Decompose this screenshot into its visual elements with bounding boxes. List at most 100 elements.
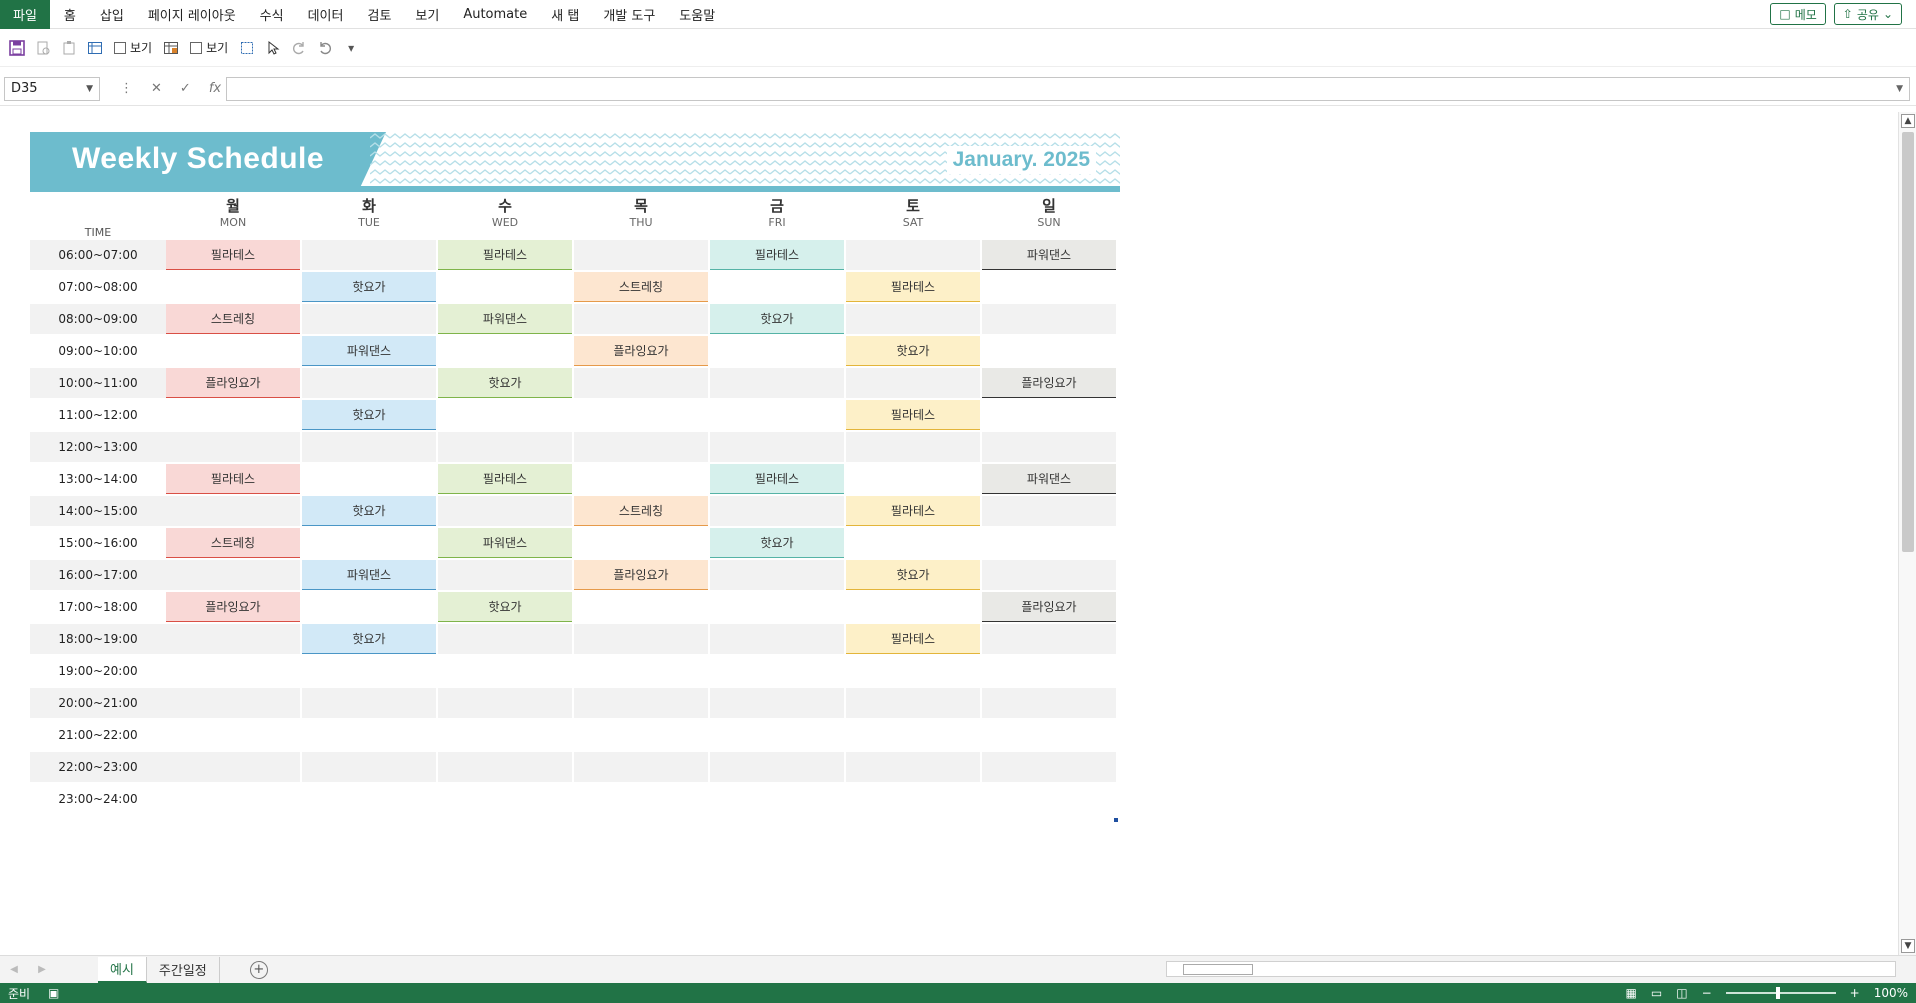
schedule-cell[interactable] [574,720,708,750]
tab-insert[interactable]: 삽입 [88,0,136,29]
schedule-cell[interactable] [846,656,980,686]
schedule-cell[interactable]: 플라잉요가 [982,368,1116,398]
schedule-cell[interactable] [166,496,300,526]
tab-file[interactable]: 파일 [0,0,50,29]
schedule-cell[interactable] [302,592,436,622]
time-slot[interactable]: 18:00~19:00 [30,624,166,654]
schedule-cell[interactable] [710,368,844,398]
schedule-cell[interactable] [710,752,844,782]
time-slot[interactable]: 20:00~21:00 [30,688,166,718]
selection-handle[interactable] [1114,818,1118,822]
cancel-icon[interactable]: ✕ [151,81,162,96]
undo-icon[interactable] [314,37,336,59]
confirm-icon[interactable]: ✓ [180,81,191,96]
time-slot[interactable]: 13:00~14:00 [30,464,166,494]
horizontal-scrollbar[interactable] [1166,961,1896,977]
schedule-cell[interactable] [302,432,436,462]
schedule-cell[interactable] [166,656,300,686]
schedule-cell[interactable] [574,240,708,270]
schedule-cell[interactable] [574,624,708,654]
schedule-cell[interactable] [166,688,300,718]
schedule-cell[interactable] [574,304,708,334]
zoom-level[interactable]: 100% [1874,986,1908,1000]
schedule-cell[interactable]: 플라잉요가 [574,560,708,590]
schedule-cell[interactable] [438,720,572,750]
schedule-cell[interactable] [302,656,436,686]
schedule-cell[interactable] [846,720,980,750]
schedule-cell[interactable]: 핫요가 [846,560,980,590]
schedule-cell[interactable] [302,688,436,718]
schedule-cell[interactable] [982,400,1116,430]
freeze-icon[interactable] [84,37,106,59]
schedule-cell[interactable]: 핫요가 [438,592,572,622]
zoom-out-icon[interactable]: − [1702,986,1712,1000]
schedule-cell[interactable] [574,400,708,430]
schedule-cell[interactable]: 핫요가 [302,272,436,302]
more-options-icon[interactable]: ⋮ [120,81,133,96]
time-slot[interactable]: 17:00~18:00 [30,592,166,622]
schedule-cell[interactable] [710,656,844,686]
tab-data[interactable]: 데이터 [296,0,356,29]
prev-sheet-icon[interactable]: ◀ [0,964,28,975]
schedule-cell[interactable] [302,752,436,782]
schedule-cell[interactable] [982,272,1116,302]
schedule-cell[interactable] [302,240,436,270]
schedule-cell[interactable] [438,688,572,718]
hscroll-thumb[interactable] [1183,964,1253,975]
tab-home[interactable]: 홈 [52,0,88,29]
schedule-cell[interactable] [166,400,300,430]
time-slot[interactable]: 12:00~13:00 [30,432,166,462]
zoom-knob[interactable] [1775,987,1780,999]
schedule-cell[interactable] [982,432,1116,462]
schedule-cell[interactable]: 스트레칭 [574,496,708,526]
formula-input[interactable]: ▼ [226,76,1910,101]
schedule-cell[interactable] [574,688,708,718]
schedule-cell[interactable] [846,784,980,814]
schedule-cell[interactable] [846,592,980,622]
sheet-tab-example[interactable]: 예시 [98,956,147,983]
schedule-cell[interactable] [166,336,300,366]
time-slot[interactable]: 11:00~12:00 [30,400,166,430]
schedule-cell[interactable] [710,560,844,590]
normal-view-icon[interactable]: ▦ [1626,986,1637,1000]
schedule-cell[interactable] [982,336,1116,366]
table-icon[interactable] [160,37,182,59]
schedule-cell[interactable] [710,432,844,462]
schedule-cell[interactable]: 핫요가 [846,336,980,366]
save-icon[interactable] [6,37,28,59]
schedule-cell[interactable] [710,272,844,302]
redo-icon[interactable] [288,37,310,59]
name-box[interactable]: D35 ▼ [4,76,100,101]
accessibility-icon[interactable]: ▣ [48,986,59,1000]
schedule-cell[interactable]: 스트레칭 [166,528,300,558]
paste-icon[interactable] [58,37,80,59]
zoom-in-icon[interactable]: + [1850,986,1860,1000]
schedule-cell[interactable]: 플라잉요가 [574,336,708,366]
schedule-cell[interactable] [982,624,1116,654]
time-slot[interactable]: 07:00~08:00 [30,272,166,302]
schedule-cell[interactable] [982,720,1116,750]
worksheet[interactable]: Weekly Schedule January. 2025 TIME 월 MON 화… [0,112,1898,955]
insert-function-icon[interactable]: fx [209,81,221,96]
schedule-cell[interactable] [438,560,572,590]
tab-help[interactable]: 도움말 [667,0,727,29]
view-checkbox-1[interactable]: 보기 [114,39,152,56]
schedule-cell[interactable] [166,784,300,814]
schedule-cell[interactable] [574,528,708,558]
tab-automate[interactable]: Automate [451,0,539,29]
tab-page-layout[interactable]: 페이지 레이아웃 [136,0,248,29]
schedule-cell[interactable] [982,528,1116,558]
schedule-cell[interactable] [574,592,708,622]
schedule-cell[interactable] [166,624,300,654]
schedule-cell[interactable] [166,432,300,462]
schedule-cell[interactable]: 필라테스 [846,624,980,654]
schedule-cell[interactable]: 플라잉요가 [166,592,300,622]
schedule-cell[interactable] [710,496,844,526]
schedule-cell[interactable] [982,656,1116,686]
scroll-thumb[interactable] [1902,132,1914,552]
scroll-down-icon[interactable]: ▼ [1901,939,1915,953]
schedule-cell[interactable]: 핫요가 [302,624,436,654]
schedule-cell[interactable] [982,560,1116,590]
schedule-cell[interactable] [846,688,980,718]
schedule-cell[interactable] [710,624,844,654]
